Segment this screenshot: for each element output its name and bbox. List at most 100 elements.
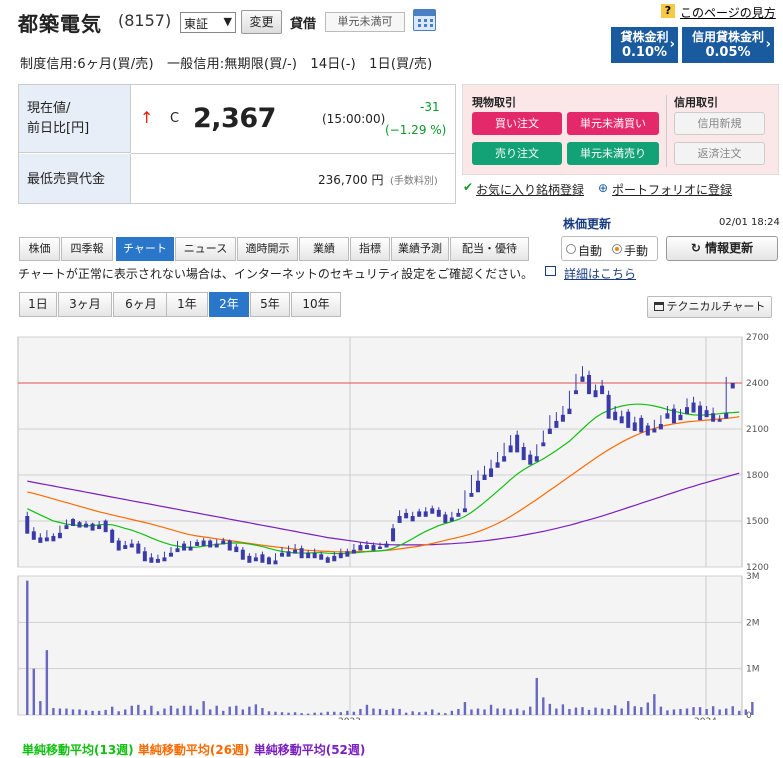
tab-3[interactable]: ニュース bbox=[175, 237, 236, 261]
details-link[interactable]: 詳細はこちら bbox=[564, 265, 636, 282]
help-icon[interactable]: ? bbox=[661, 4, 675, 18]
volume-bar bbox=[65, 708, 68, 715]
period-tab-3[interactable]: 1年 bbox=[166, 292, 208, 317]
volume-bar bbox=[522, 710, 525, 715]
refresh-label: 情報更新 bbox=[705, 241, 754, 255]
price-change: -31 bbox=[420, 100, 440, 114]
volume-tick-label: 2M bbox=[746, 618, 760, 628]
chevron-down-icon: ▼ bbox=[223, 15, 232, 28]
volume-bar bbox=[404, 712, 408, 715]
candle-body bbox=[286, 551, 291, 557]
tab-7[interactable]: 業績予測 bbox=[391, 237, 449, 261]
volume-bar bbox=[437, 712, 440, 715]
company-name: 都築電気 bbox=[18, 12, 102, 36]
candle-body bbox=[260, 554, 265, 563]
volume-bar bbox=[195, 709, 199, 715]
volume-bar bbox=[666, 710, 669, 715]
exchange-value: 東証 bbox=[184, 17, 209, 31]
candle-body bbox=[25, 515, 30, 534]
volume-bar bbox=[241, 709, 245, 715]
tab-5[interactable]: 業績 bbox=[299, 237, 349, 261]
price-tick-label: 2700 bbox=[746, 333, 769, 343]
candle-body bbox=[110, 529, 115, 543]
tab-4[interactable]: 適時開示 bbox=[237, 237, 298, 261]
exchange-select[interactable]: 東証 ▼ bbox=[180, 12, 236, 33]
volume-bar bbox=[124, 709, 127, 715]
volume-bar bbox=[378, 708, 382, 715]
volume-bar bbox=[738, 710, 741, 715]
candle-body bbox=[306, 552, 311, 559]
auto-label: 自動 bbox=[578, 244, 603, 258]
shinyo-rate-button[interactable]: 信用貸株金利 0.05% › bbox=[682, 27, 774, 63]
candle-body bbox=[423, 511, 428, 517]
period-tab-4[interactable]: 2年 bbox=[209, 292, 249, 317]
volume-bar bbox=[274, 711, 277, 715]
period-tab-6[interactable]: 10年 bbox=[291, 292, 341, 317]
sell-order-button[interactable]: 売り注文 bbox=[472, 142, 562, 165]
candle-body bbox=[417, 511, 422, 517]
volume-bar bbox=[110, 706, 114, 715]
stock-code: (8157) bbox=[118, 11, 172, 30]
volume-bar bbox=[431, 709, 434, 715]
period-tab-1[interactable]: 3ヶ月 bbox=[58, 292, 112, 317]
candle-body bbox=[691, 402, 696, 413]
candle-body bbox=[560, 414, 565, 422]
candle-body bbox=[247, 555, 252, 563]
chart-notice: チャートが正常に表示されない場合は、インターネットのセキュリティ設定をご確認くだ… bbox=[18, 267, 534, 281]
volume-bar bbox=[548, 703, 552, 715]
volume-bar bbox=[228, 706, 231, 715]
volume-bar bbox=[287, 712, 290, 715]
candle-body bbox=[64, 525, 69, 530]
candle-body bbox=[312, 552, 317, 559]
volume-bar bbox=[333, 711, 336, 715]
volume-bar bbox=[352, 711, 356, 715]
candle-body bbox=[116, 540, 121, 551]
kabukin-rate-button[interactable]: 貸株金利 0.10% › bbox=[611, 27, 678, 63]
volume-bar bbox=[130, 705, 133, 715]
candle-body bbox=[280, 552, 285, 557]
period-tab-5[interactable]: 5年 bbox=[250, 292, 290, 317]
candle-body bbox=[234, 546, 239, 553]
tab-1[interactable]: 四季報 bbox=[61, 237, 113, 261]
volume-bar bbox=[450, 710, 454, 715]
tab-8[interactable]: 配当・優待 bbox=[450, 237, 529, 261]
volume-bar bbox=[280, 712, 284, 715]
volume-bar bbox=[306, 713, 310, 715]
technical-chart-button[interactable]: テクニカルチャート bbox=[647, 296, 772, 318]
technical-chart-label: テクニカルチャート bbox=[666, 300, 766, 313]
period-tab-2[interactable]: 6ヶ月 bbox=[113, 292, 169, 317]
volume-bar bbox=[731, 706, 734, 715]
volume-bar bbox=[163, 708, 166, 715]
tab-6[interactable]: 指標 bbox=[350, 237, 390, 261]
change-button[interactable]: 変更 bbox=[241, 10, 282, 34]
candle-body bbox=[338, 552, 343, 559]
portfolio-link[interactable]: ポートフォリオに登録 bbox=[612, 181, 732, 198]
price-chart: 12001500180021002400270001M2M3M20232024 bbox=[17, 333, 769, 720]
help-link[interactable]: このページの見方 bbox=[680, 4, 776, 21]
candle-body bbox=[580, 376, 585, 382]
sell-tangen-button[interactable]: 単元未満売り bbox=[567, 142, 659, 165]
auto-radio[interactable] bbox=[566, 244, 576, 254]
calendar-icon[interactable] bbox=[413, 9, 436, 31]
candle-body bbox=[430, 508, 435, 514]
candle-body bbox=[384, 543, 389, 548]
tab-0[interactable]: 株価 bbox=[19, 237, 60, 261]
favorite-link[interactable]: お気に入り銘柄登録 bbox=[476, 181, 584, 198]
period-tab-0[interactable]: 1日 bbox=[19, 292, 57, 317]
candle-body bbox=[645, 425, 650, 436]
buy-order-button[interactable]: 買い注文 bbox=[472, 112, 562, 135]
candle-body bbox=[221, 540, 226, 545]
buy-tangen-button[interactable]: 単元未満買い bbox=[567, 112, 659, 135]
candle-body bbox=[449, 517, 454, 522]
manual-radio[interactable] bbox=[612, 244, 622, 254]
candle-body bbox=[475, 480, 480, 493]
tab-2[interactable]: チャート bbox=[116, 237, 174, 261]
volume-bar bbox=[411, 711, 414, 715]
refresh-button[interactable]: ↻ 情報更新 bbox=[666, 236, 778, 261]
shinyo-close-button[interactable]: 返済注文 bbox=[674, 142, 765, 165]
candle-body bbox=[90, 523, 95, 531]
candle-body bbox=[436, 509, 441, 517]
shinyo-new-button[interactable]: 信用新規 bbox=[674, 112, 765, 135]
candle-body bbox=[554, 420, 559, 428]
candle-body bbox=[410, 515, 415, 522]
